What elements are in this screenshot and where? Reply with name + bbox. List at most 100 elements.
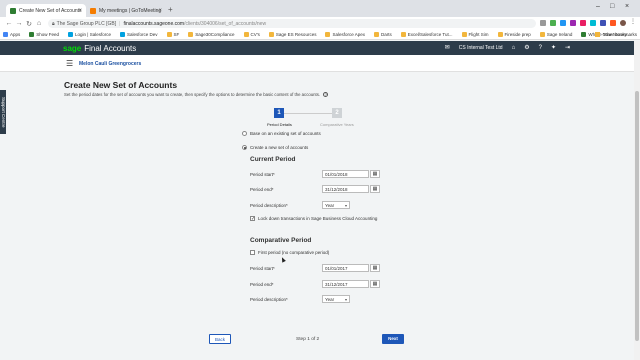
current-period-title: Current Period xyxy=(250,156,296,163)
period-start-label: Period start* xyxy=(250,172,275,177)
address-bar[interactable]: 🔒︎ The Sage Group PLC [GB] | finalaccoun… xyxy=(48,19,536,28)
next-button[interactable]: Next xyxy=(382,334,404,344)
new-tab-icon[interactable]: + xyxy=(168,5,173,14)
bookmark-item[interactable]: Salesforce Apex xyxy=(325,32,365,37)
salesforce-icon xyxy=(119,32,125,37)
period-end-label: Period end* xyxy=(250,187,274,192)
comparative-period-end-input[interactable]: 31/12/2017 xyxy=(322,280,369,288)
checkbox[interactable]: ✓ xyxy=(250,216,255,222)
extension-icon[interactable] xyxy=(590,20,596,26)
window-close-icon[interactable]: × xyxy=(625,3,629,10)
period-description-label: Period description* xyxy=(250,203,288,208)
page-scrollbar[interactable] xyxy=(634,41,640,360)
profile-avatar-icon[interactable] xyxy=(620,20,626,26)
option-new-accounts[interactable]: Create a new set of accounts xyxy=(242,145,308,150)
checkbox[interactable] xyxy=(250,250,255,255)
reload-icon[interactable]: ↻ xyxy=(24,20,34,28)
settings-icon[interactable]: ⚙ xyxy=(524,44,529,51)
salesforce-icon xyxy=(68,32,74,37)
logout-icon[interactable]: ⇥ xyxy=(565,44,570,51)
scrollbar-thumb[interactable] xyxy=(635,91,639,341)
home-icon[interactable]: ⌂ xyxy=(34,20,44,27)
company-name[interactable]: CS Internal Test Ltd xyxy=(459,45,503,51)
folder-icon xyxy=(461,32,467,37)
bookmark-item[interactable]: Login | Salesforce xyxy=(68,32,111,37)
extension-icon[interactable] xyxy=(610,20,616,26)
menu-icon[interactable]: ☰ xyxy=(66,59,73,68)
extension-icon[interactable] xyxy=(550,20,556,26)
bookmark-item[interactable]: Darts xyxy=(373,32,392,37)
product-name: Final Accounts xyxy=(84,43,137,53)
tab-create-new-set-of-accounts[interactable]: Create New Set of Accounts × xyxy=(6,4,86,17)
sage-logo[interactable]: sage xyxy=(63,44,81,53)
help-icon[interactable]: ? xyxy=(323,92,329,97)
folder-icon xyxy=(243,32,249,37)
comparative-period-description-select[interactable]: Year ▾ xyxy=(322,295,350,303)
folder-icon xyxy=(400,32,406,37)
browser-tab-strip: Create New Set of Accounts × My meetings… xyxy=(0,0,640,17)
current-period-description-select[interactable]: Year ▾ xyxy=(322,201,350,209)
forward-arrow-icon[interactable]: → xyxy=(14,20,24,27)
more-menu-icon[interactable]: ⋮ xyxy=(630,19,636,26)
site-identity: The Sage Group PLC [GB] xyxy=(56,20,117,27)
back-button[interactable]: Back xyxy=(209,334,231,344)
bookmark-item[interactable]: Sage30Compliance xyxy=(188,32,235,37)
calendar-icon[interactable]: ▦ xyxy=(370,170,380,178)
lock-transactions-option[interactable]: ✓ Lock down transactions in Sage Busines… xyxy=(250,216,377,222)
calendar-icon[interactable]: ▦ xyxy=(370,264,380,272)
chevron-down-icon: ▾ xyxy=(344,297,347,302)
bookmarks-bar: Apps Show Feed Login | Salesforce Salesf… xyxy=(0,30,640,40)
extension-icon[interactable] xyxy=(560,20,566,26)
bookmark-item[interactable]: Show Feed xyxy=(29,32,59,37)
support-centre-tab[interactable]: Support Centre xyxy=(0,90,6,134)
current-period-end-input[interactable]: 31/12/2018 xyxy=(322,185,369,193)
maximize-icon[interactable]: □ xyxy=(610,3,614,10)
radio-button[interactable] xyxy=(242,131,247,136)
bookmark-item[interactable]: Excel/Salesforce Tut... xyxy=(400,32,453,37)
comparative-period-title: Comparative Period xyxy=(250,237,312,244)
extension-icon[interactable] xyxy=(600,20,606,26)
bookmark-item[interactable]: Flight Sim xyxy=(461,32,489,37)
calendar-icon[interactable]: ▦ xyxy=(370,280,380,288)
bookmark-item[interactable]: Apps xyxy=(3,32,20,37)
folder-icon xyxy=(497,32,503,37)
bookmark-item[interactable]: Fireside prep xyxy=(497,32,531,37)
option-existing-accounts[interactable]: Base on an existing set of accounts xyxy=(242,131,321,136)
step-1-label: Period Details xyxy=(267,122,292,127)
star-icon[interactable] xyxy=(540,20,546,26)
help-icon[interactable]: ? xyxy=(539,45,542,51)
folder-icon xyxy=(595,32,601,37)
sage-favicon-icon xyxy=(10,7,16,14)
bookmark-item[interactable]: Salesforce Dev xyxy=(119,32,158,37)
back-arrow-icon[interactable]: ← xyxy=(4,20,14,27)
business-bar: ☰ Melon Cauli Greengrocers xyxy=(0,55,640,72)
first-period-option[interactable]: First period (no comparative period) xyxy=(250,250,329,255)
bookmark-item[interactable]: CV's xyxy=(243,32,260,37)
apps-icon xyxy=(3,32,8,37)
app-header: sage Final Accounts ✉ CS Internal Test L… xyxy=(0,41,640,55)
extension-icon[interactable] xyxy=(570,20,576,26)
home-icon[interactable]: ⌂ xyxy=(512,45,516,51)
tab-my-meetings[interactable]: My meetings | GoToMeeting × xyxy=(86,4,166,17)
tab-title: My meetings | GoToMeeting xyxy=(99,7,162,14)
bookmark-item[interactable]: Sage Ireland xyxy=(539,32,572,37)
step-connector xyxy=(284,113,339,114)
notifications-icon[interactable]: ✦ xyxy=(551,44,556,51)
folder-icon xyxy=(268,32,274,37)
bookmark-item[interactable]: SF xyxy=(166,32,179,37)
close-icon[interactable]: × xyxy=(158,8,162,14)
minimize-icon[interactable]: – xyxy=(596,3,600,10)
business-name[interactable]: Melon Cauli Greengrocers xyxy=(79,61,141,67)
radio-button[interactable] xyxy=(242,145,247,150)
folder-icon xyxy=(166,32,172,37)
calendar-icon[interactable]: ▦ xyxy=(370,185,380,193)
url-domain: finalaccounts.sageone.com xyxy=(123,20,185,27)
comparative-period-start-input[interactable]: 01/01/2017 xyxy=(322,264,369,272)
close-icon[interactable]: × xyxy=(78,8,82,14)
other-bookmarks[interactable]: Other bookmarks xyxy=(595,32,637,37)
mail-icon[interactable]: ✉ xyxy=(445,44,450,51)
extension-icon[interactable] xyxy=(580,20,586,26)
current-period-start-input[interactable]: 01/01/2018 xyxy=(322,170,369,178)
bookmark-item[interactable]: Sage ES Resources xyxy=(268,32,316,37)
mouse-cursor-icon xyxy=(280,256,286,263)
